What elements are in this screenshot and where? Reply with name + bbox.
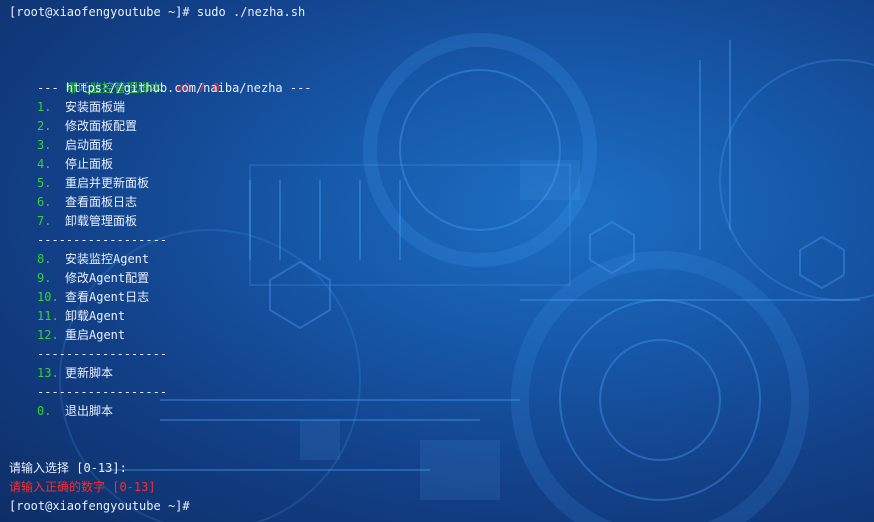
menu-item: 3. 启动面板 <box>37 138 114 152</box>
menu-item: 7. 卸载管理面板 <box>37 214 138 228</box>
menu-item: 10. 查看Agent日志 <box>37 290 150 304</box>
terminal-output: [root@xiaofengyoutube ~]# sudo ./nezha.s… <box>0 0 874 522</box>
input-prompt: 请输入选择 [0-13]: <box>9 461 127 475</box>
shell-prompt-top: [root@xiaofengyoutube ~]# sudo ./nezha.s… <box>9 5 306 19</box>
separator: ------------------ <box>37 233 168 247</box>
menu-item: 1. 安装面板端 <box>37 100 126 114</box>
menu-title-line: 哪吒监控管理脚本 v0.7.0 <box>37 60 220 95</box>
menu-item: 12. 重启Agent <box>37 328 126 342</box>
menu-item: 11. 卸载Agent <box>37 309 126 323</box>
menu-item: 2. 修改面板配置 <box>37 119 138 133</box>
menu-item: 9. 修改Agent配置 <box>37 271 150 285</box>
shell-prompt-bottom[interactable]: [root@xiaofengyoutube ~]# <box>9 497 190 516</box>
menu-item: 13. 更新脚本 <box>37 366 114 380</box>
menu-item: 4. 停止面板 <box>37 157 114 171</box>
repo-line: --- https://github.com/naiba/nezha --- <box>37 81 312 95</box>
menu-item: 0. 退出脚本 <box>37 404 114 418</box>
menu-item: 8. 安装监控Agent <box>37 252 150 266</box>
menu-item: 6. 查看面板日志 <box>37 195 138 209</box>
separator: ------------------ <box>37 385 168 399</box>
menu-item: 5. 重启并更新面板 <box>37 176 150 190</box>
error-message: 请输入正确的数字 [0-13] <box>9 480 156 494</box>
separator: ------------------ <box>37 347 168 361</box>
